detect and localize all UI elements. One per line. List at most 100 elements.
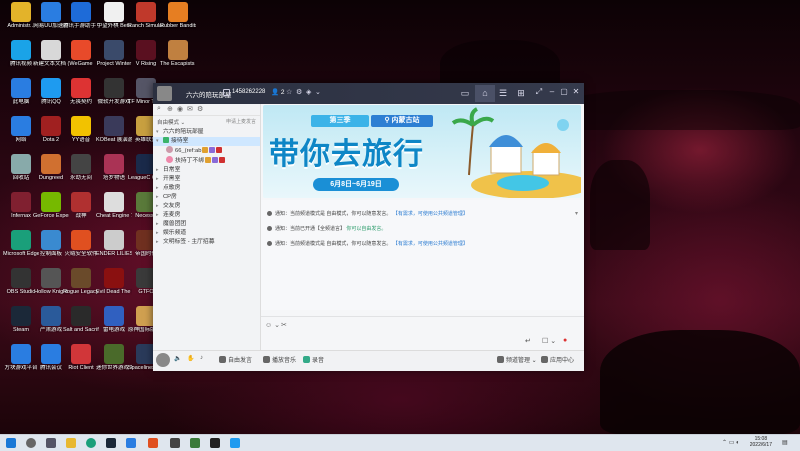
chevron-down-icon[interactable]: ▾ <box>156 128 163 137</box>
app-icon[interactable] <box>148 438 158 448</box>
channel-item[interactable]: ▸ 连麦房 <box>153 211 260 220</box>
desktop-icon[interactable]: 腾讯手游助手 完结官方... <box>63 2 99 29</box>
edge-icon[interactable] <box>86 438 96 448</box>
add-icon[interactable]: ⊕ <box>167 105 173 113</box>
volume-icon[interactable]: 🔈 <box>174 355 181 362</box>
chevron-right-icon[interactable]: ▸ <box>156 220 163 229</box>
pin-icon[interactable]: ▾ <box>575 210 578 217</box>
desktop-icon[interactable]: Ranch Simulator <box>128 2 164 29</box>
desktop-icon[interactable]: 战神 <box>63 192 99 219</box>
chevron-down-icon[interactable]: ▾ <box>156 137 163 146</box>
desktop-icon[interactable]: Rogue Legacy 2 <box>63 268 99 295</box>
scissors-icon[interactable]: ✂ <box>281 321 287 329</box>
record-button[interactable]: 录音 <box>303 355 324 364</box>
chevron-right-icon[interactable]: ▸ <box>156 238 163 247</box>
taskbar-clock[interactable]: 15:08 2022/6/17 <box>750 436 772 448</box>
channel-item[interactable]: ▸ 魔兽团团 <box>153 220 260 229</box>
tv-icon[interactable]: ▭ <box>455 85 475 102</box>
obs-icon[interactable] <box>210 438 220 448</box>
minimize-icon[interactable]: – <box>547 87 557 96</box>
desktop-icon[interactable]: Salt and Sacrifice <box>63 306 99 333</box>
desktop-icon[interactable]: 雷电游戏 <box>96 306 132 333</box>
channel-item[interactable]: ▸ 开黑室 <box>153 175 260 184</box>
message-icon[interactable]: ✉ <box>187 105 193 113</box>
event-banner[interactable]: 第三季 ⚲ 内蒙古站 带你去旅行 6月8日~6月19日 <box>263 105 581 198</box>
restore-icon[interactable]: ▢ <box>559 87 569 96</box>
chevron-right-icon[interactable]: ▸ <box>156 229 163 238</box>
channel-item[interactable]: ▾ 接待室 <box>153 137 260 146</box>
star-icon[interactable]: ☆ <box>286 88 292 96</box>
app-icon[interactable] <box>190 438 200 448</box>
settings-icon[interactable]: ⚙ <box>296 88 302 96</box>
tray-icons[interactable]: ⌃ ▭ ◐ <box>722 439 740 446</box>
group-avatar[interactable] <box>157 86 172 101</box>
desktop-icon[interactable]: Project Winter <box>96 40 132 67</box>
play-music-button[interactable]: 播放音乐 <box>263 355 296 364</box>
channel-item[interactable]: ▸ CP房 <box>153 193 260 202</box>
desktop-icon[interactable]: V Rising <box>128 40 164 67</box>
apply-mic-link[interactable]: 申请上麦发言 <box>226 118 256 125</box>
window-titlebar[interactable]: 六六的陪玩部屋 1458262228 👤 2 ☆ ⚙ ◈ ⌄ ▭ ⌂ ☰ ⊞ ⤢… <box>153 83 584 104</box>
hand-icon[interactable]: ✋ <box>187 355 194 362</box>
desktop-icon[interactable]: WeGame <box>63 40 99 67</box>
home-icon[interactable]: ⌂ <box>475 85 495 102</box>
desktop-icon[interactable]: 微软开发游戏 <box>96 78 132 105</box>
share-icon[interactable]: ⤢ <box>534 87 544 97</box>
desktop-icon[interactable]: 迷你世界游戏 Peglin <box>96 344 132 371</box>
desktop-icon[interactable]: 无畏契约 <box>63 78 99 105</box>
channel-item[interactable]: ▸ 点歌房 <box>153 184 260 193</box>
return-icon[interactable]: ↵ <box>525 337 531 345</box>
app-icon[interactable] <box>230 438 240 448</box>
desktop-icon[interactable]: Evil Dead The Game <box>96 268 132 295</box>
chevron-down-icon[interactable]: ⌄ <box>315 88 321 96</box>
user-avatar[interactable] <box>156 353 170 367</box>
location-icon[interactable]: ◉ <box>177 105 183 113</box>
steam-icon[interactable] <box>106 438 116 448</box>
gear-icon[interactable]: ⚙ <box>197 105 203 113</box>
close-icon[interactable]: ✕ <box>571 87 581 96</box>
channel-item[interactable]: ▸ 娱乐频道 <box>153 229 260 238</box>
desktop-icon[interactable]: Rubber Bandits <box>160 2 196 29</box>
desktop-icon[interactable]: 永劫无间 <box>63 154 99 181</box>
music-icon[interactable]: ♪ <box>200 355 203 361</box>
search-icon[interactable]: ⌕ <box>157 105 161 113</box>
qq-icon[interactable] <box>126 438 136 448</box>
member-item[interactable]: 66_(ref:ab <box>153 146 260 156</box>
chevron-right-icon[interactable]: ▸ <box>156 211 163 220</box>
desktop-icon[interactable]: Cheat Engine 7.2 <box>96 192 132 219</box>
search-icon[interactable] <box>26 438 36 448</box>
chevron-right-icon[interactable]: ▸ <box>156 202 163 211</box>
channel-item[interactable]: ▸ 日常室 <box>153 166 260 175</box>
desktop-icon[interactable]: 中望外棋 Beta <box>96 2 132 29</box>
task-view-icon[interactable] <box>46 438 56 448</box>
emoji-icon[interactable]: ☺ ⌄ <box>265 321 280 329</box>
chevron-right-icon[interactable]: ▸ <box>156 193 163 202</box>
desktop-icon[interactable]: YY语音 <box>63 116 99 143</box>
file-explorer-icon[interactable] <box>66 438 76 448</box>
desktop-icon[interactable]: 塔罗物语 <box>96 154 132 181</box>
desktop-icon[interactable]: KOBeat 展演游戏 <box>96 116 132 143</box>
compose-area[interactable]: ☺ ⌄ ✂ ↵ ☐ ⌄ ● <box>261 316 584 351</box>
chevron-right-icon[interactable]: ▸ <box>156 166 163 175</box>
desktop-icon[interactable]: 火绒安全软件 <box>63 230 99 257</box>
chevron-right-icon[interactable]: ▸ <box>156 175 163 184</box>
start-button[interactable] <box>6 438 16 448</box>
member-item[interactable]: 扶持丁不绑 <box>153 156 260 166</box>
channel-item[interactable]: ▸ 文明标签 - 主厅招募 <box>153 238 260 247</box>
app-icon[interactable] <box>170 438 180 448</box>
mode-dropdown[interactable]: 自由模式 ⌄ <box>157 118 185 126</box>
mic-icon[interactable]: ● <box>563 337 567 344</box>
gamepad-icon[interactable]: ⊞ <box>511 85 531 102</box>
desktop-icon[interactable]: Riot Client <box>63 344 99 371</box>
channel-manage-button[interactable]: 频道管理 ⌄ <box>497 355 537 364</box>
desktop-icon[interactable]: ENDER LILIES <box>96 230 132 257</box>
chevron-right-icon[interactable]: ▸ <box>156 184 163 193</box>
root-channel[interactable]: ▾ 六六的陪玩部屋 <box>153 128 260 137</box>
desktop-icon[interactable]: The Escapists 2 <box>160 40 196 67</box>
list-icon[interactable]: ☰ <box>493 85 513 102</box>
app-center-button[interactable]: 应用中心 <box>541 355 574 364</box>
channel-item[interactable]: ▸ 交友房 <box>153 202 260 211</box>
notification-icon[interactable]: ▤ <box>782 439 788 446</box>
shield-icon[interactable]: ◈ <box>306 88 311 96</box>
free-speak-button[interactable]: 自由发言 <box>219 355 252 364</box>
